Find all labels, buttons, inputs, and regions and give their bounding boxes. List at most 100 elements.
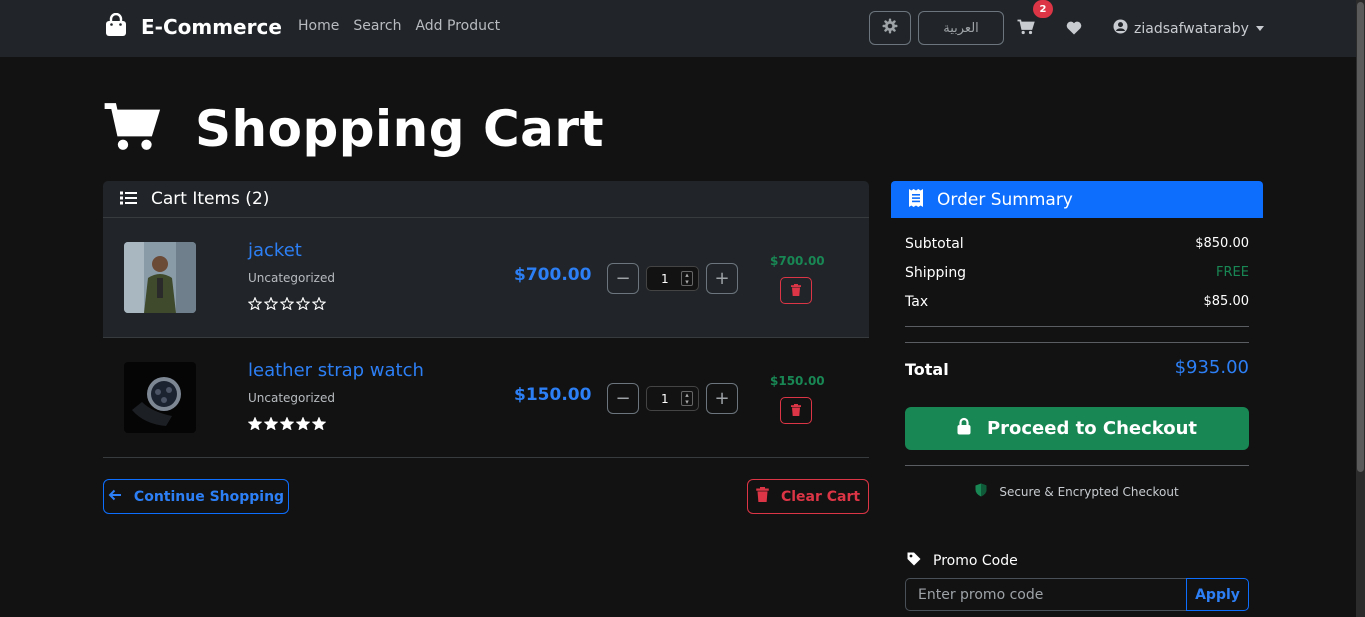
remove-item-button[interactable] <box>780 397 812 424</box>
clear-cart-button[interactable]: Clear Cart <box>747 479 869 514</box>
nav-link-add-product[interactable]: Add Product <box>415 18 500 34</box>
arrow-left-icon <box>108 489 122 505</box>
receipt-icon <box>909 188 923 211</box>
star-icon <box>295 415 311 434</box>
star-icon <box>295 295 311 314</box>
quantity-value: 1 <box>661 391 669 406</box>
star-icon <box>247 415 263 434</box>
promo-code-heading: Promo Code <box>907 552 1018 570</box>
secure-checkout-text: Secure & Encrypted Checkout <box>999 484 1179 499</box>
rating-stars <box>247 415 327 434</box>
shipping-value: FREE <box>1216 265 1249 280</box>
apply-promo-button[interactable]: Apply <box>1186 578 1249 611</box>
secure-checkout-note: Secure & Encrypted Checkout <box>905 483 1249 500</box>
cart-items-card: Cart Items (2) jacket Uncategorized $700… <box>103 181 869 458</box>
product-image-watch[interactable] <box>124 362 196 433</box>
navbar: E-Commerce Home Search Add Product العرب… <box>0 0 1356 57</box>
subtotal-value: $850.00 <box>1195 236 1249 251</box>
tag-icon <box>907 552 921 570</box>
cart-count-badge: 2 <box>1033 0 1053 18</box>
heart-icon <box>1066 20 1082 39</box>
item-total: $700.00 <box>770 254 825 268</box>
star-icon <box>247 295 263 314</box>
star-icon <box>311 415 327 434</box>
chevron-down-icon <box>1255 26 1264 31</box>
promo-code-placeholder: Enter promo code <box>918 586 1044 603</box>
lock-icon <box>957 417 971 440</box>
quantity-input[interactable]: 1 ▴ ▾ <box>646 386 699 411</box>
trash-icon <box>791 401 801 420</box>
divider <box>905 465 1249 466</box>
subtotal-label: Subtotal <box>905 236 964 252</box>
clear-cart-label: Clear Cart <box>780 488 861 505</box>
quantity-decrease-button[interactable]: − <box>607 263 639 294</box>
quantity-input[interactable]: 1 ▴ ▾ <box>646 266 699 291</box>
trash-icon <box>756 487 769 506</box>
username: ziadsafwataraby <box>1134 20 1249 37</box>
star-icon <box>279 415 295 434</box>
brand-name: E-Commerce <box>141 15 282 39</box>
page-title-block: Shopping Cart <box>103 100 604 158</box>
tax-value: $85.00 <box>1203 294 1250 309</box>
divider <box>905 342 1249 343</box>
rating-stars <box>247 295 327 314</box>
cart-icon <box>1017 19 1035 39</box>
item-total: $150.00 <box>770 374 825 388</box>
list-icon <box>120 190 137 209</box>
continue-shopping-label: Continue Shopping <box>133 488 285 505</box>
star-icon <box>279 295 295 314</box>
quantity-spinner[interactable]: ▴ ▾ <box>681 271 693 286</box>
unit-price: $150.00 <box>514 385 592 405</box>
cart-icon <box>103 100 161 158</box>
quantity-increase-button[interactable]: + <box>706 263 738 294</box>
product-name-link[interactable]: jacket <box>248 240 302 261</box>
cart-item-row: jacket Uncategorized $700.00 − 1 ▴ ▾ + $7… <box>103 218 869 338</box>
order-summary-title: Order Summary <box>937 189 1073 210</box>
subtotal-row: Subtotal $850.00 <box>905 236 1249 252</box>
product-category: Uncategorized <box>248 391 335 405</box>
quantity-spinner[interactable]: ▴ ▾ <box>681 391 693 406</box>
language-button[interactable]: العربية <box>918 11 1004 45</box>
star-icon <box>263 295 279 314</box>
star-icon <box>311 295 327 314</box>
wishlist-link[interactable] <box>1066 20 1082 39</box>
gear-icon <box>882 18 898 38</box>
product-image-jacket[interactable] <box>124 242 196 313</box>
cart-item-row: leather strap watch Uncategorized $150.0… <box>103 338 869 458</box>
scrollbar[interactable] <box>1356 0 1365 617</box>
tax-label: Tax <box>905 294 929 310</box>
total-value: $935.00 <box>1174 357 1249 378</box>
star-icon <box>263 415 279 434</box>
quantity-value: 1 <box>661 271 669 286</box>
continue-shopping-button[interactable]: Continue Shopping <box>103 479 289 514</box>
nav-link-home[interactable]: Home <box>298 18 339 34</box>
nav-cart-link[interactable] <box>1017 19 1035 39</box>
brand-link[interactable]: E-Commerce <box>105 12 282 41</box>
scrollbar-thumb[interactable] <box>1357 2 1364 472</box>
nav-link-search[interactable]: Search <box>353 18 401 34</box>
proceed-to-checkout-button[interactable]: Proceed to Checkout <box>905 407 1249 450</box>
unit-price: $700.00 <box>514 265 592 285</box>
promo-code-label: Promo Code <box>933 553 1018 569</box>
promo-code-input[interactable]: Enter promo code <box>905 578 1187 611</box>
user-circle-icon <box>1113 19 1128 38</box>
nav-links: Home Search Add Product <box>298 18 500 34</box>
remove-item-button[interactable] <box>780 277 812 304</box>
cart-header-title: Cart Items (2) <box>151 189 270 209</box>
shopping-bag-icon <box>105 12 127 41</box>
shipping-row: Shipping FREE <box>905 265 1249 281</box>
shipping-label: Shipping <box>905 265 967 281</box>
checkout-label: Proceed to Checkout <box>986 418 1198 439</box>
product-category: Uncategorized <box>248 271 335 285</box>
tax-row: Tax $85.00 <box>905 294 1249 310</box>
user-menu[interactable]: ziadsafwataraby <box>1113 19 1264 38</box>
quantity-increase-button[interactable]: + <box>706 383 738 414</box>
quantity-decrease-button[interactable]: − <box>607 383 639 414</box>
order-summary-header: Order Summary <box>891 181 1263 218</box>
cart-header: Cart Items (2) <box>103 181 869 218</box>
product-name-link[interactable]: leather strap watch <box>248 360 424 381</box>
shield-icon <box>975 483 987 500</box>
trash-icon <box>791 281 801 300</box>
theme-toggle-button[interactable] <box>869 11 911 45</box>
total-label: Total <box>905 360 949 379</box>
